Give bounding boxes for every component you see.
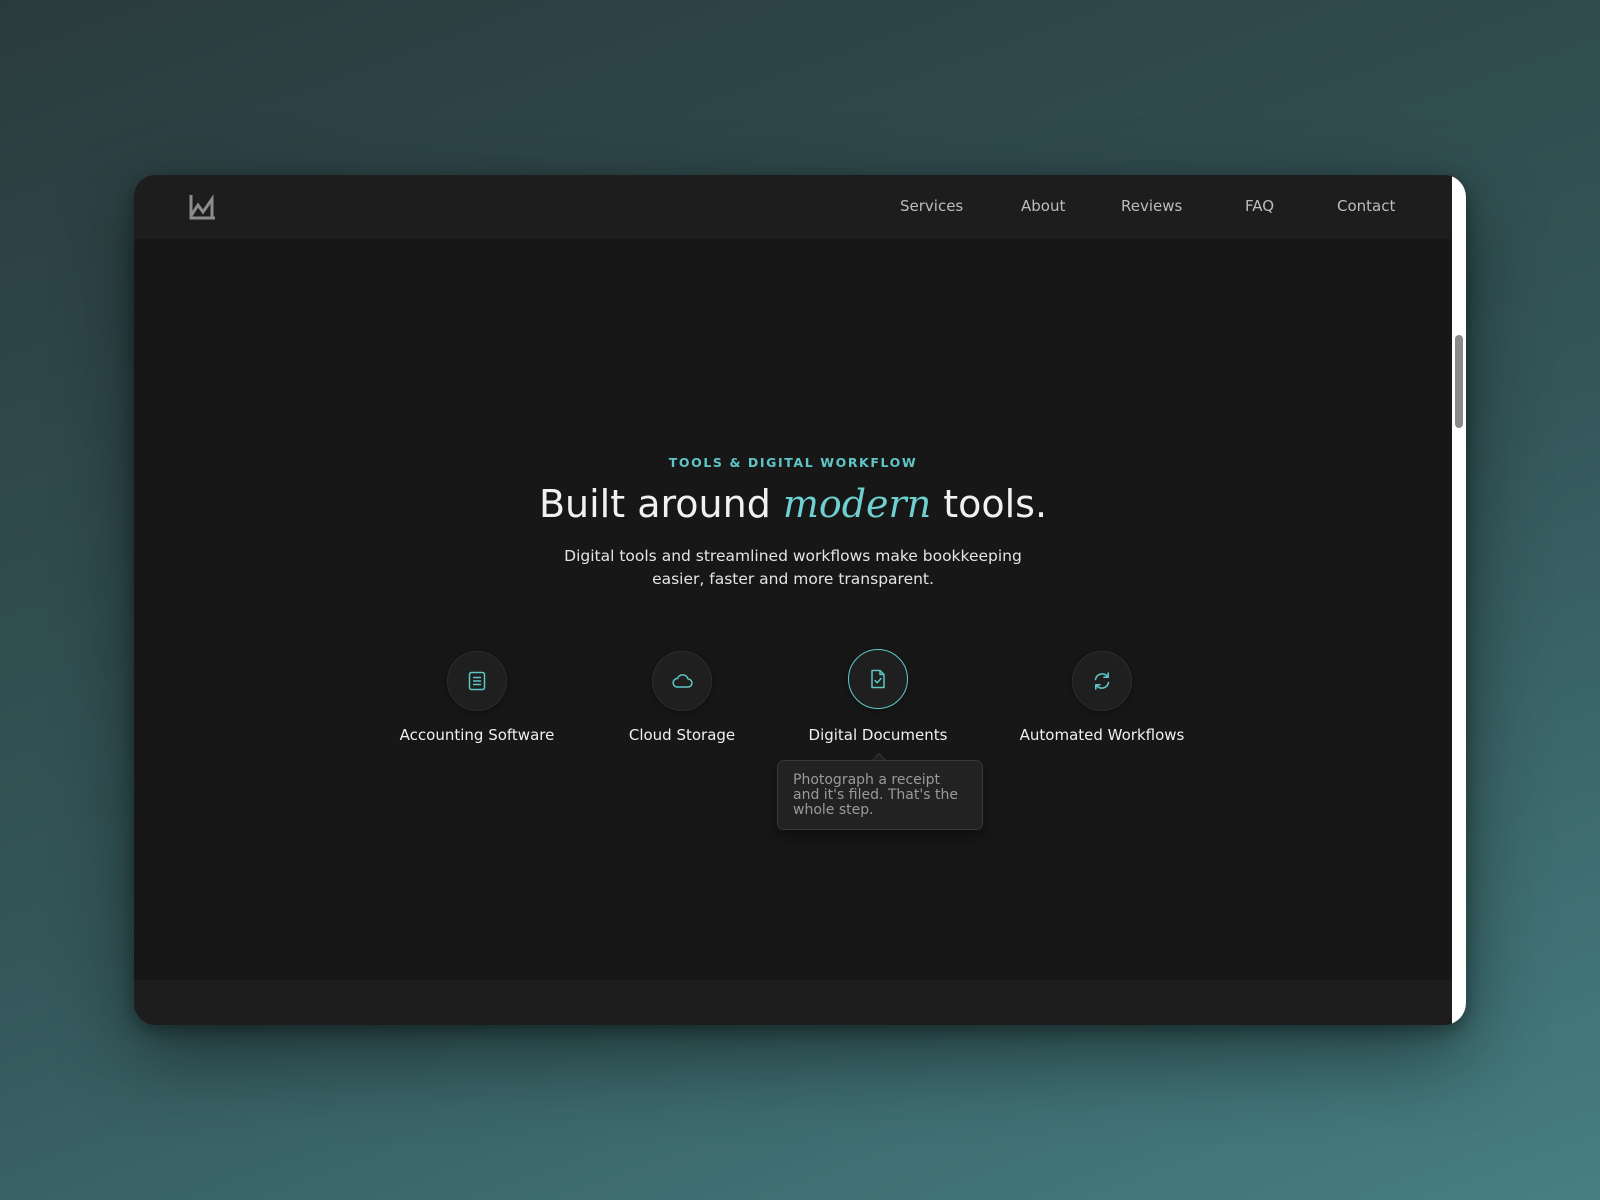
scrollbar-thumb[interactable]: [1455, 335, 1463, 428]
refresh-icon: [1094, 672, 1110, 690]
feature-icon-circle: [1072, 651, 1132, 711]
feature-label: Automated Workflows: [1019, 726, 1185, 744]
hero-title-start: Built around: [538, 482, 771, 526]
hero-subtitle: Digital tools and streamlined workflows …: [564, 547, 1022, 588]
nav-link-about[interactable]: About: [1021, 197, 1065, 215]
hero-title-accent: modern: [782, 482, 932, 526]
feature-icon-circle: [447, 651, 507, 711]
scrollbar-track[interactable]: [1452, 175, 1466, 1025]
document-check-icon: [871, 669, 885, 689]
feature-automated-workflows[interactable]: Automated Workflows: [982, 651, 1222, 744]
top-navbar: Services About Reviews FAQ Contact: [134, 175, 1452, 239]
feature-label: Accounting Software: [399, 726, 555, 744]
browser-window: Services About Reviews FAQ Contact TOOLS…: [134, 175, 1466, 1025]
nav-link-contact[interactable]: Contact: [1337, 197, 1395, 215]
document-lines-icon: [468, 671, 486, 691]
brand-logo-icon[interactable]: [188, 193, 218, 221]
section-eyebrow: TOOLS & DIGITAL WORKFLOW: [668, 455, 918, 470]
feature-icon-circle: [848, 649, 908, 709]
footer-band: [134, 980, 1452, 1025]
nav-link-services[interactable]: Services: [900, 197, 963, 215]
feature-tooltip: Photograph a receipt and it's filed. Tha…: [777, 760, 983, 830]
hero-title: Built around modern tools.: [134, 482, 1452, 526]
nav-link-faq[interactable]: FAQ: [1245, 197, 1274, 215]
hero-title-end: tools.: [943, 482, 1048, 526]
feature-accounting-software[interactable]: Accounting Software: [357, 651, 597, 744]
feature-label: Digital Documents: [808, 726, 948, 744]
feature-digital-documents[interactable]: Digital Documents: [758, 649, 998, 744]
feature-icon-circle: [652, 651, 712, 711]
cloud-icon: [672, 674, 693, 688]
nav-link-reviews[interactable]: Reviews: [1121, 197, 1182, 215]
